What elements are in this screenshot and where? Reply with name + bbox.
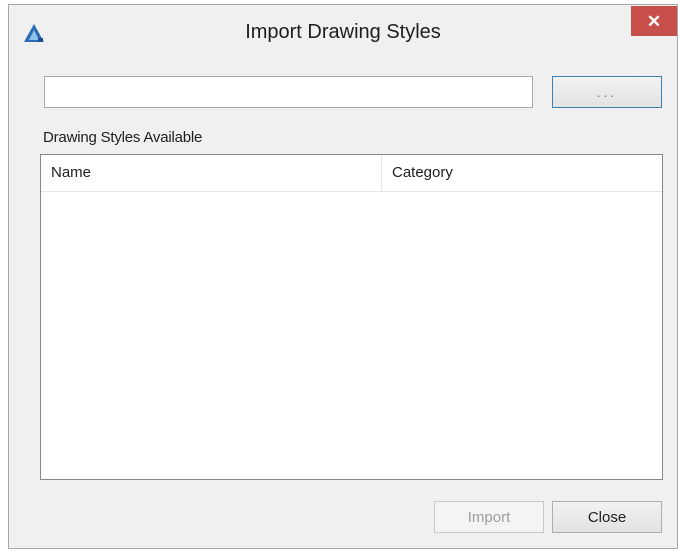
list-header: Name Category: [41, 155, 662, 192]
column-header-name[interactable]: Name: [41, 155, 382, 191]
file-path-input[interactable]: [44, 76, 533, 108]
dialog-title: Import Drawing Styles: [245, 21, 441, 43]
import-button[interactable]: Import: [434, 501, 544, 533]
title-bar[interactable]: Import Drawing Styles ✕: [9, 5, 677, 60]
window-close-button[interactable]: ✕: [631, 6, 677, 36]
drawing-styles-label: Drawing Styles Available: [43, 129, 203, 146]
browse-button[interactable]: ...: [552, 76, 662, 108]
close-button[interactable]: Close: [552, 501, 662, 533]
import-drawing-styles-dialog: Import Drawing Styles ✕ ... Drawing Styl…: [8, 4, 678, 549]
column-header-category[interactable]: Category: [382, 155, 662, 191]
drawing-styles-list[interactable]: Name Category: [40, 154, 663, 480]
